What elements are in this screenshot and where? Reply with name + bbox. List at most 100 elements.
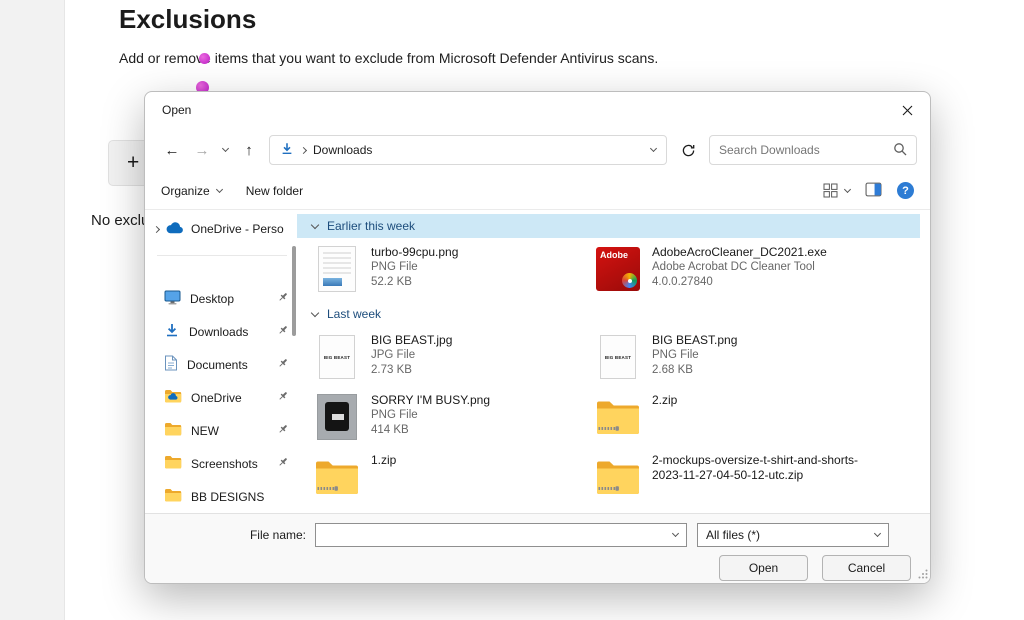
thumb-text: BIG BEAST [605, 355, 631, 360]
pin-icon [277, 456, 289, 471]
file-name: turbo-99cpu.png [371, 245, 458, 260]
forward-icon[interactable]: → [188, 136, 216, 164]
file-item[interactable]: Adobe AdobeAcroCleaner_DC2021.exe Adobe … [595, 245, 871, 293]
pin-icon [277, 291, 289, 306]
cursor-dot [199, 53, 210, 64]
sidebar-item-documents[interactable]: Documents [145, 348, 297, 381]
file-type: PNG File [371, 260, 458, 275]
preview-pane-toggle[interactable] [865, 182, 882, 200]
file-name-label: File name: [145, 528, 315, 542]
search-icon[interactable] [893, 142, 907, 159]
folder-icon [164, 389, 182, 406]
file-type-value: All files (*) [706, 528, 760, 542]
file-name-input[interactable] [316, 524, 673, 546]
organize-menu[interactable]: Organize [161, 184, 222, 198]
sidebar-item-downloads[interactable]: Downloads [145, 315, 297, 348]
resize-grip-icon[interactable] [918, 568, 928, 582]
navigation-bar: ← → ↑ Downloads [145, 128, 930, 172]
thumb-text: BIG BEAST [324, 355, 350, 360]
collapse-chevron-icon [311, 220, 319, 228]
zip-folder-icon [595, 458, 641, 496]
dialog-title: Open [162, 103, 191, 117]
chevron-down-icon[interactable] [672, 530, 679, 537]
downloads-icon [280, 141, 294, 159]
folder-icon [164, 422, 182, 439]
sidebar-item-onedrive-personal[interactable]: OneDrive - Personal [145, 215, 297, 243]
sidebar-scrollbar[interactable] [292, 246, 296, 336]
file-item[interactable]: 2-mockups-oversize-t-shirt-and-shorts-20… [595, 453, 871, 501]
file-description: Adobe Acrobat DC Cleaner Tool [652, 260, 827, 275]
cancel-button[interactable]: Cancel [822, 555, 911, 581]
group-header-last-week[interactable]: Last week [297, 302, 920, 326]
file-item[interactable]: BIG BEAST BIG BEAST.png PNG File 2.68 KB [595, 333, 871, 381]
grid-view-icon [823, 183, 838, 198]
view-options-button[interactable] [823, 183, 850, 198]
zip-folder-icon [314, 458, 360, 496]
sidebar-item-bb-designs[interactable]: BB DESIGNS [145, 480, 297, 513]
file-item[interactable]: SORRY I'M BUSY.png PNG File 414 KB [314, 393, 595, 441]
pin-icon [277, 324, 289, 339]
file-item[interactable]: 1.zip [314, 453, 595, 501]
sidebar-item-label: Downloads [189, 325, 268, 339]
folder-icon [164, 488, 182, 505]
pin-icon [277, 423, 289, 438]
folder-icon [164, 455, 182, 472]
back-icon[interactable]: ← [158, 136, 186, 164]
search-box [709, 135, 917, 165]
file-type: PNG File [371, 408, 490, 423]
file-item[interactable]: BIG BEAST BIG BEAST.jpg JPG File 2.73 KB [314, 333, 595, 381]
file-list: Earlier this week turbo-99cpu.png PNG Fi… [297, 210, 930, 513]
dialog-footer: File name: All files (*) Open Cancel [145, 513, 930, 583]
desktop-icon [164, 289, 181, 308]
file-name: 2.zip [652, 393, 677, 408]
new-folder-button[interactable]: New folder [246, 184, 303, 198]
address-bar[interactable]: Downloads [269, 135, 667, 165]
history-dropdown-icon[interactable] [218, 136, 233, 164]
sidebar-item-label: Desktop [190, 292, 268, 306]
sidebar-divider [157, 255, 287, 256]
group-label: Earlier this week [327, 219, 415, 233]
expand-chevron-icon[interactable] [153, 225, 160, 232]
sidebar-item-new[interactable]: NEW [145, 414, 297, 447]
image-thumbnail [318, 246, 356, 292]
downloads-icon [164, 322, 180, 341]
open-file-dialog: Open ← → ↑ Downloads [144, 91, 931, 584]
sidebar-item-desktop[interactable]: Desktop [145, 282, 297, 315]
file-type: JPG File [371, 348, 452, 363]
file-item[interactable]: turbo-99cpu.png PNG File 52.2 KB [314, 245, 595, 293]
file-name: BIG BEAST.png [652, 333, 737, 348]
group-header-earlier-this-week[interactable]: Earlier this week [297, 214, 920, 238]
file-item[interactable]: 2.zip [595, 393, 871, 441]
image-thumbnail: BIG BEAST [319, 335, 355, 379]
pinwheel-icon [622, 273, 637, 288]
up-icon[interactable]: ↑ [235, 136, 263, 164]
file-type: PNG File [652, 348, 737, 363]
file-size: 52.2 KB [371, 275, 458, 290]
breadcrumb-chevron-icon [300, 146, 307, 153]
help-icon[interactable]: ? [897, 182, 914, 199]
zip-folder-icon [595, 398, 641, 436]
refresh-icon[interactable] [673, 136, 703, 164]
close-icon[interactable] [884, 92, 930, 128]
collapse-chevron-icon [311, 308, 319, 316]
file-name: SORRY I'M BUSY.png [371, 393, 490, 408]
image-thumbnail [317, 394, 357, 440]
sidebar-item-label: OneDrive - Personal [191, 222, 284, 236]
sidebar-item-label: NEW [191, 424, 268, 438]
file-name: BIG BEAST.jpg [371, 333, 452, 348]
file-type-select[interactable]: All files (*) [697, 523, 889, 547]
sidebar-item-onedrive-folder[interactable]: OneDrive [145, 381, 297, 414]
group-label: Last week [327, 307, 381, 321]
open-button[interactable]: Open [719, 555, 808, 581]
file-name-combobox [315, 523, 687, 547]
adobe-app-icon: Adobe [596, 247, 640, 291]
screen: { "page": { "title": "Exclusions", "subt… [0, 0, 1024, 620]
search-input[interactable] [719, 143, 893, 157]
file-size: 2.73 KB [371, 363, 452, 378]
breadcrumb-location[interactable]: Downloads [313, 143, 372, 157]
dialog-titlebar[interactable]: Open [145, 92, 930, 128]
new-folder-label: New folder [246, 184, 303, 198]
address-dropdown-icon[interactable] [650, 145, 657, 152]
sidebar-item-screenshots[interactable]: Screenshots [145, 447, 297, 480]
sidebar-item-label: BB DESIGNS [191, 490, 289, 504]
